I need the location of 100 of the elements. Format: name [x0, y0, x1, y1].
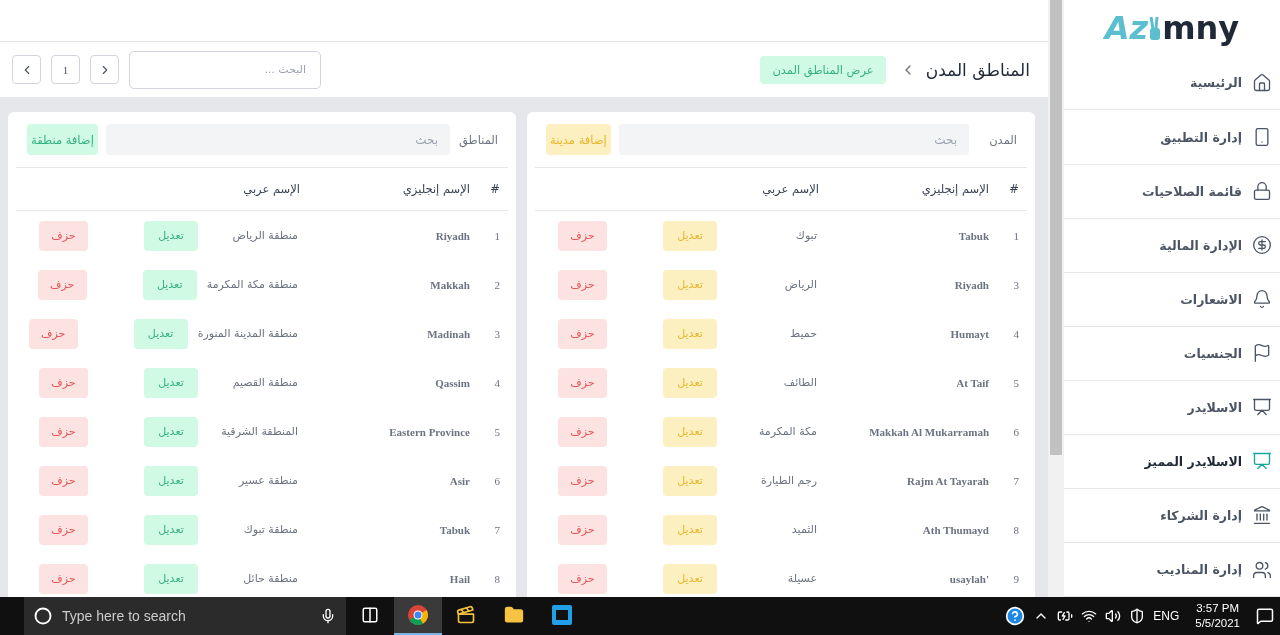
table-cell-text: منطقة تبوك [242, 523, 299, 536]
delete-button[interactable]: حزف [558, 367, 607, 398]
edit-button[interactable]: تعديل [663, 367, 717, 398]
edit-button[interactable]: تعديل [144, 465, 198, 496]
delete-button[interactable]: حزف [39, 563, 88, 594]
table-cell-text: Eastern Province [389, 425, 471, 438]
app-icon [552, 605, 572, 625]
delete-button[interactable]: حزف [39, 416, 88, 447]
table-cell-text: Tabuk [439, 523, 471, 536]
row-number: 3 [493, 327, 501, 340]
table-cell-text: At Taif [956, 376, 990, 389]
edit-button[interactable]: تعديل [663, 220, 717, 251]
column-header: الإسم إنجليزي [401, 182, 471, 196]
delete-button[interactable]: حزف [558, 318, 607, 349]
delete-button[interactable]: حزف [37, 269, 87, 300]
row-number: 6 [1012, 425, 1020, 438]
bank-icon [1252, 505, 1272, 526]
clock[interactable]: 3:57 PM 5/5/2021 [1195, 601, 1240, 631]
table-cell-text: Ath Thumayd [922, 523, 990, 536]
table-cell-text: usaylah' [949, 572, 990, 585]
page-title: المناطق المدن [925, 59, 1030, 80]
table-cell-text: منطقة مكة المكرمة [206, 278, 299, 291]
battery-icon[interactable] [1057, 608, 1074, 624]
row-number: 4 [1012, 327, 1020, 340]
table-cell-text: Qassim [435, 376, 471, 389]
lock-icon [1252, 181, 1272, 202]
edit-button[interactable]: تعديل [144, 367, 198, 398]
edit-button[interactable]: تعديل [144, 563, 198, 594]
delete-button[interactable]: حزف [39, 220, 88, 251]
notification-icon[interactable] [1256, 607, 1274, 625]
delete-button[interactable]: حزف [558, 563, 607, 594]
volume-icon[interactable] [1105, 608, 1122, 624]
table-cell-text: الثميد [790, 523, 818, 536]
page-button[interactable]: 1 [51, 55, 80, 84]
column-header: # [489, 182, 501, 196]
table-cell-text: منطقة الرياض [231, 229, 299, 242]
delete-button[interactable]: حزف [558, 269, 607, 300]
table-cell-text: عسيلة [786, 572, 818, 585]
clapperboard-icon [456, 605, 476, 625]
edit-button[interactable]: تعديل [663, 269, 717, 300]
edit-button[interactable]: تعديل [663, 318, 717, 349]
table-cell-text: Humayt [950, 327, 990, 340]
taskbar-app[interactable] [394, 597, 442, 635]
table-cell-text: Riyadh [435, 229, 471, 242]
language-indicator[interactable]: ENG [1153, 609, 1180, 623]
dollar-icon [1252, 235, 1272, 256]
logo: Az mny [1102, 8, 1241, 50]
table-cell-text: منطقة القصيم [231, 376, 299, 389]
shield-icon[interactable] [1129, 608, 1146, 624]
delete-button[interactable]: حزف [39, 514, 88, 545]
table-cell-text: Makkah Al Mukarramah [869, 425, 990, 438]
search-field[interactable]: بحث [618, 124, 969, 155]
delete-button[interactable]: حزف [558, 416, 607, 447]
delete-button[interactable]: حزف [39, 367, 88, 398]
edit-button[interactable]: تعديل [663, 514, 717, 545]
table-cell-text: Makkah [430, 278, 471, 291]
table-cell-text: المنطقة الشرقية [220, 425, 299, 438]
microphone-icon [320, 608, 336, 624]
taskbar-search-field[interactable]: Type here to search [24, 597, 346, 635]
flag-icon [1252, 343, 1272, 364]
delete-button[interactable]: حزف [28, 318, 78, 349]
column-header: الإسم عربي [761, 182, 820, 196]
edit-button[interactable]: تعديل [663, 465, 717, 496]
delete-button[interactable]: حزف [558, 465, 607, 496]
edit-button[interactable]: تعديل [142, 269, 197, 300]
table-cell-text: حميط [789, 327, 818, 340]
row-number: 5 [493, 425, 501, 438]
edit-button[interactable]: تعديل [663, 563, 717, 594]
card-label: المدن [988, 132, 1017, 147]
delete-button[interactable]: حزف [39, 465, 88, 496]
help-icon[interactable] [1005, 606, 1026, 626]
scrollbar[interactable] [1048, 0, 1064, 597]
table-cell-text: منطقة عسير [237, 474, 299, 487]
presentation-icon [1252, 397, 1272, 418]
task-view-icon [361, 606, 379, 624]
bell-icon [1252, 289, 1272, 310]
edit-button[interactable]: تعديل [133, 318, 188, 349]
row-number: 5 [1012, 376, 1020, 389]
search-field[interactable]: البحث ... [129, 50, 321, 89]
home-icon [1252, 72, 1272, 93]
view-button[interactable]: عرض المناطق المدن [760, 55, 886, 84]
edit-button[interactable]: تعديل [144, 514, 198, 545]
wifi-icon[interactable] [1081, 608, 1098, 624]
table-cell-text: منطقة المدينة المنورة [197, 327, 299, 340]
users-icon [1252, 559, 1272, 580]
chrome-icon [407, 604, 429, 626]
edit-button[interactable]: تعديل [144, 220, 198, 251]
row-number: 8 [493, 572, 501, 585]
table-cell-text: رجم الطيارة [759, 474, 818, 487]
edit-button[interactable]: تعديل [663, 416, 717, 447]
delete-button[interactable]: حزف [558, 220, 607, 251]
table-cell-text: الرياض [783, 278, 818, 291]
row-number: 4 [493, 376, 501, 389]
row-number: 9 [1012, 572, 1020, 585]
add-button[interactable]: إضافة منطقة [27, 124, 98, 155]
edit-button[interactable]: تعديل [144, 416, 198, 447]
delete-button[interactable]: حزف [558, 514, 607, 545]
table-cell-text: Asir [449, 474, 471, 487]
add-button[interactable]: إضافة مدينة [546, 124, 611, 155]
search-field[interactable]: بحث [105, 124, 450, 155]
